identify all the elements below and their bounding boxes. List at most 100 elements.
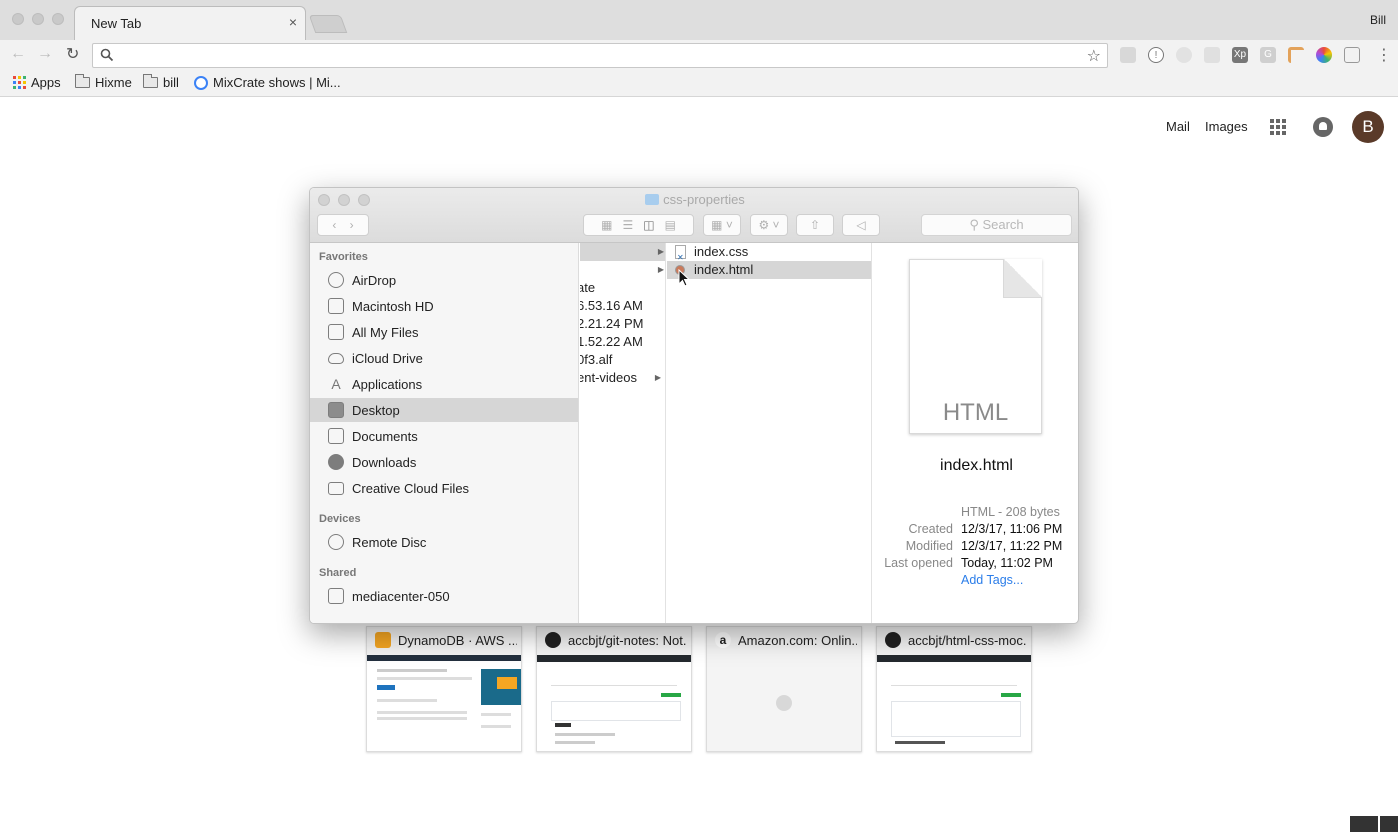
sidebar-item-mediacenter[interactable]: mediacenter-050 <box>310 584 578 608</box>
sidebar-item-icloud-drive[interactable]: iCloud Drive <box>310 346 578 370</box>
list-item[interactable]: 1.52.22 AM <box>580 333 663 351</box>
new-tab-button[interactable] <box>308 15 348 33</box>
tags-button[interactable]: ◁ <box>842 214 880 236</box>
tile-title: accbjt/html-css-moc... <box>908 632 1027 648</box>
zoom-window-button[interactable] <box>52 13 64 25</box>
extension-color-wheel-icon[interactable] <box>1316 47 1332 63</box>
sidebar-item-macintosh-hd[interactable]: Macintosh HD <box>310 294 578 318</box>
airdrop-icon <box>328 272 344 288</box>
add-tags-link[interactable]: Add Tags... <box>961 573 1023 587</box>
gmail-link[interactable]: Mail <box>1166 119 1190 134</box>
bookmark-apps[interactable]: Apps <box>13 75 61 90</box>
icon-view-icon[interactable]: ▦ <box>601 218 612 232</box>
finder-column-desktop: ▶ ▶ ate 6.53.16 AM 2.21.24 PM 1.52.22 AM… <box>580 243 666 623</box>
column-view-icon[interactable]: ◫ <box>643 218 654 232</box>
bookmark-label: Hixme <box>95 75 132 90</box>
computer-icon <box>328 588 344 604</box>
item-name: 0f3.alf <box>580 352 613 367</box>
sidebar-item-label: Desktop <box>352 402 400 418</box>
most-visited-tile[interactable]: accbjt/html-css-moc... <box>876 626 1032 752</box>
bookmark-bill[interactable]: bill <box>143 74 179 90</box>
reload-icon[interactable]: ↻ <box>66 44 79 64</box>
sidebar-item-desktop[interactable]: Desktop <box>310 398 578 422</box>
most-visited-tile[interactable]: accbjt/git-notes: Not... <box>536 626 692 752</box>
list-item[interactable]: ate <box>580 279 663 297</box>
downloads-icon <box>328 454 344 470</box>
item-name: 2.21.24 PM <box>580 316 644 331</box>
disclosure-arrow-icon: ▶ <box>654 373 661 382</box>
google-apps-icon[interactable] <box>1270 119 1286 135</box>
forward-chevron-icon[interactable]: › <box>350 218 354 232</box>
corner-widget[interactable] <box>1380 816 1398 832</box>
folder-icon <box>328 481 344 495</box>
view-mode-segmented[interactable]: ▦ ☰ ◫ ▤ <box>583 214 694 236</box>
back-forward-buttons[interactable]: ‹ › <box>317 214 369 236</box>
file-row-index-css[interactable]: ✕ index.css <box>667 243 871 262</box>
extension-xp-icon[interactable]: Xp <box>1232 47 1248 63</box>
forward-arrow-icon[interactable]: → <box>37 45 53 63</box>
tab-close-icon[interactable]: × <box>289 14 297 30</box>
chrome-menu-icon[interactable]: ⋮ <box>1376 45 1392 65</box>
extension-tool-icon[interactable] <box>1288 47 1304 63</box>
disclosure-arrow-icon: ▶ <box>657 247 664 256</box>
last-opened-label: Last opened <box>884 556 953 570</box>
images-link[interactable]: Images <box>1205 119 1248 134</box>
sidebar-item-label: Applications <box>352 376 423 392</box>
gallery-view-icon[interactable]: ▤ <box>665 218 676 232</box>
action-button[interactable]: ⚙ ˅ <box>750 214 788 236</box>
bookmark-mixcrate[interactable]: MixCrate shows | Mi... <box>194 75 341 90</box>
bookmark-hixme[interactable]: Hixme <box>75 74 132 90</box>
sidebar-item-documents[interactable]: Documents <box>310 424 578 448</box>
file-name: index.html <box>694 262 754 277</box>
finder-window: css-properties ‹ › ▦ ☰ ◫ ▤ ▦ ˅ ⚙ ˅ ⇧ ◁ ⚲… <box>309 187 1079 624</box>
back-chevron-icon[interactable]: ‹ <box>332 218 336 232</box>
list-item[interactable]: 0f3.alf <box>580 351 663 369</box>
list-item[interactable]: 2.21.24 PM <box>580 315 663 333</box>
amazon-icon: a <box>715 632 731 648</box>
browser-tab[interactable]: New Tab × <box>74 6 306 40</box>
extension-puzzle-icon[interactable] <box>1344 47 1360 63</box>
extension-cast-icon[interactable] <box>1120 47 1136 63</box>
sidebar-item-downloads[interactable]: Downloads <box>310 450 578 474</box>
finder-title-text: css-properties <box>663 192 745 207</box>
list-item[interactable]: ent-videos ▶ <box>580 369 665 387</box>
share-button[interactable]: ⇧ <box>796 214 834 236</box>
list-item[interactable]: ▶ <box>580 261 665 279</box>
sidebar-item-label: mediacenter-050 <box>352 588 450 604</box>
finder-title: css-properties <box>310 192 1078 207</box>
bookmark-star-icon[interactable]: ☆ <box>1087 46 1101 66</box>
account-avatar[interactable]: B <box>1352 111 1384 143</box>
mouse-cursor-icon <box>678 269 690 287</box>
most-visited-tile[interactable]: DynamoDB · AWS ... <box>366 626 522 752</box>
html-document-icon: HTML <box>909 259 1042 434</box>
sidebar-item-creative-cloud-files[interactable]: Creative Cloud Files <box>310 476 578 500</box>
aws-icon <box>375 632 391 648</box>
extension-grid-icon[interactable] <box>1204 47 1220 63</box>
all-files-icon <box>328 324 344 340</box>
extension-1password-icon[interactable]: ! <box>1148 47 1164 63</box>
back-arrow-icon[interactable]: ← <box>10 45 26 63</box>
sidebar-item-applications[interactable]: A Applications <box>310 372 578 396</box>
sidebar-item-remote-disc[interactable]: Remote Disc <box>310 530 578 554</box>
close-window-button[interactable] <box>12 13 24 25</box>
file-row-index-html[interactable]: index.html <box>667 261 871 279</box>
sidebar-heading-favorites: Favorites <box>319 251 368 263</box>
profile-name[interactable]: Bill <box>1370 13 1386 27</box>
most-visited-tile[interactable]: a Amazon.com: Onlin... <box>706 626 862 752</box>
desktop-icon <box>328 402 344 418</box>
tile-preview-image <box>367 655 521 751</box>
notifications-bell-icon[interactable] <box>1313 117 1333 137</box>
finder-search-input[interactable]: ⚲ Search <box>921 214 1072 236</box>
list-item[interactable]: ▶ <box>580 243 665 261</box>
list-view-icon[interactable]: ☰ <box>622 218 633 232</box>
extension-globe-icon[interactable] <box>1176 47 1192 63</box>
list-item[interactable]: 6.53.16 AM <box>580 297 663 315</box>
sidebar-item-all-my-files[interactable]: All My Files <box>310 320 578 344</box>
sidebar-item-label: Remote Disc <box>352 534 427 550</box>
sidebar-item-airdrop[interactable]: AirDrop <box>310 268 578 292</box>
extension-g-icon[interactable]: G <box>1260 47 1276 63</box>
minimize-window-button[interactable] <box>32 13 44 25</box>
address-bar[interactable]: ☆ <box>92 43 1108 68</box>
corner-widget[interactable] <box>1350 816 1378 832</box>
arrange-button[interactable]: ▦ ˅ <box>703 214 741 236</box>
